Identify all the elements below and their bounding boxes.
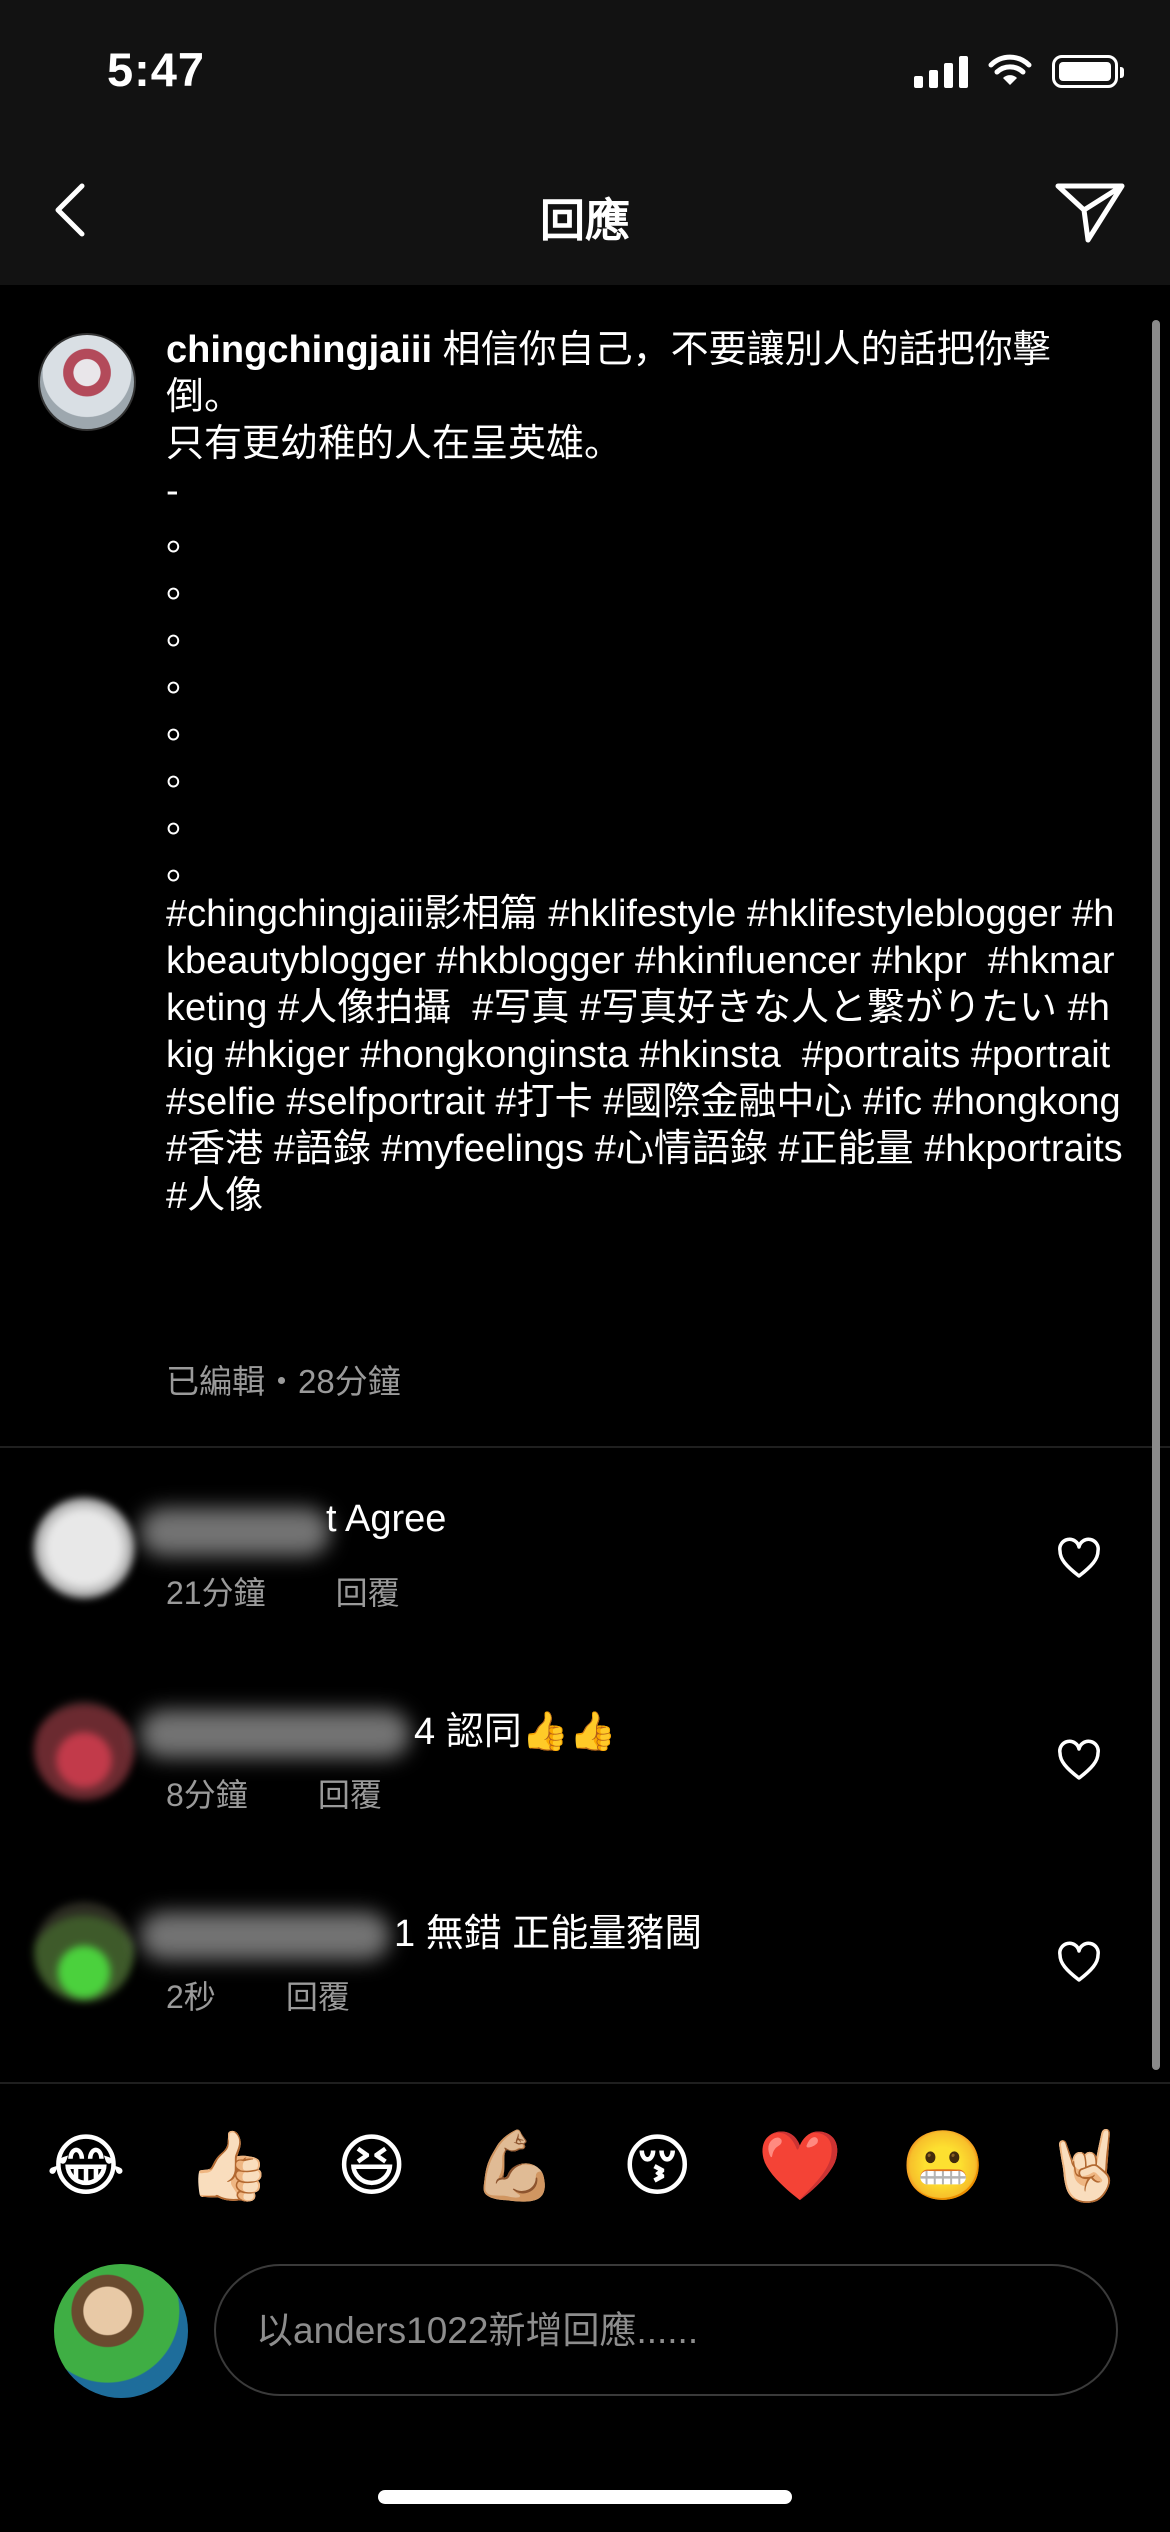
quick-reaction-bar: 😂 👍🏻 😆 💪🏼 😚 ❤️ 😬 🤘🏻	[36, 2122, 1136, 2212]
comment-item: t Agree 21分鐘 回覆	[0, 1488, 1170, 1658]
top-bar: 5:47 回應	[0, 0, 1170, 285]
caption-meta: 已編輯・28分鐘	[166, 1363, 401, 1400]
heart-icon[interactable]	[1056, 1738, 1102, 1784]
send-icon	[1055, 183, 1125, 243]
comment-input[interactable]	[254, 2266, 1078, 2396]
reply-button[interactable]: 回覆	[336, 1568, 400, 1614]
reaction-heart-emoji[interactable]: ❤️	[750, 2122, 850, 2212]
comments-screen: 5:47 回應 chingchingjaiii 相信你自己，不要讓別人的話把你擊…	[0, 0, 1170, 2532]
avatar	[54, 2264, 188, 2398]
reply-button[interactable]: 回覆	[286, 1972, 350, 2018]
blurred-username	[140, 1508, 330, 1556]
reaction-grimace-emoji[interactable]: 😬	[893, 2122, 993, 2212]
wifi-icon	[988, 54, 1032, 85]
signal-icon	[914, 54, 968, 88]
reaction-muscle-emoji[interactable]: 💪🏼	[465, 2122, 565, 2212]
blurred-username	[140, 1912, 390, 1960]
comment-text: 1 無錯 正能量豬閪	[394, 1913, 703, 1955]
comment-text: t Agree	[326, 1498, 447, 1540]
reaction-joy-emoji[interactable]: 😂	[36, 2122, 136, 2212]
reaction-kissing-emoji[interactable]: 😚	[607, 2122, 707, 2212]
comment-meta: 8分鐘 回覆	[166, 1770, 382, 1816]
comment-item: 4 認同👍👍 8分鐘 回覆	[0, 1690, 1170, 1860]
home-indicator[interactable]	[378, 2490, 792, 2504]
caption-body: 相信你自己，不要讓別人的話把你擊倒。 只有更幼稚的人在呈英雄。 - 。 。 。 …	[166, 329, 1123, 1217]
comment-meta: 21分鐘 回覆	[166, 1568, 400, 1614]
avatar[interactable]	[38, 333, 136, 431]
comment-item: 1 無錯 正能量豬閪 2秒 回覆	[0, 1892, 1170, 2062]
avatar[interactable]	[34, 1700, 134, 1800]
scrollbar[interactable]	[1152, 320, 1160, 2070]
blurred-username	[140, 1710, 410, 1758]
caption-text: chingchingjaiii 相信你自己，不要讓別人的話把你擊倒。 只有更幼稚…	[166, 327, 1126, 1220]
reaction-laughing-emoji[interactable]: 😆	[322, 2122, 422, 2212]
heart-icon[interactable]	[1056, 1940, 1102, 1986]
divider	[0, 2082, 1170, 2084]
share-button[interactable]	[1050, 172, 1130, 252]
battery-icon	[1052, 54, 1124, 88]
reaction-rock-on-emoji[interactable]: 🤘🏻	[1036, 2122, 1136, 2212]
comment-time: 2秒	[166, 1979, 216, 2015]
avatar[interactable]	[34, 1902, 134, 2002]
comment-input-box[interactable]	[214, 2264, 1118, 2396]
reply-button[interactable]: 回覆	[318, 1770, 382, 1816]
status-icons	[914, 54, 1124, 88]
page-title: 回應	[539, 195, 630, 246]
divider	[0, 1446, 1170, 1448]
reaction-thumbs-up-emoji[interactable]: 👍🏻	[179, 2122, 279, 2212]
caption-username[interactable]: chingchingjaiii	[166, 329, 432, 371]
comment-meta: 2秒 回覆	[166, 1972, 350, 2018]
avatar[interactable]	[34, 1498, 134, 1598]
comment-text: 4 認同👍👍	[414, 1711, 617, 1753]
comment-time: 21分鐘	[166, 1575, 266, 1611]
comment-time: 8分鐘	[166, 1777, 248, 1813]
heart-icon[interactable]	[1056, 1536, 1102, 1582]
status-time: 5:47	[107, 43, 206, 96]
